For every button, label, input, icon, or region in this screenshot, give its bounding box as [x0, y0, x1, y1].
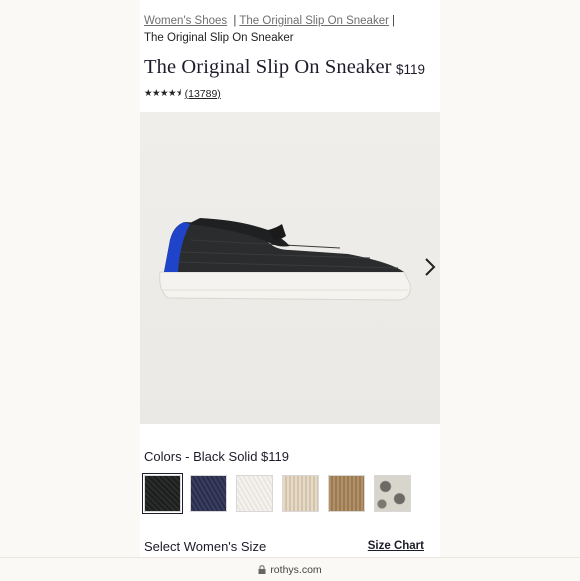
- url-text: rothys.com: [270, 563, 322, 576]
- swatch-navy[interactable]: [190, 475, 227, 512]
- breadcrumb-separator: |: [391, 15, 395, 27]
- left-margin: [0, 0, 140, 580]
- review-count-link[interactable]: (13789): [185, 88, 221, 100]
- swatch-white[interactable]: [236, 475, 273, 512]
- product-price: $119: [395, 62, 425, 77]
- browser-url-bar[interactable]: rothys.com: [0, 557, 580, 581]
- swatch-black-solid[interactable]: [142, 473, 183, 514]
- product-image[interactable]: [140, 112, 440, 424]
- product-page: Women's Shoes | The Original Slip On Snea…: [140, 0, 440, 580]
- product-title: The Original Slip On Sneaker: [144, 56, 392, 78]
- next-image-arrow-icon[interactable]: [422, 255, 438, 279]
- swatch-camel[interactable]: [328, 475, 365, 512]
- size-chart-link[interactable]: Size Chart: [368, 540, 424, 552]
- lock-icon: [258, 565, 266, 574]
- colors-label: Colors - Black Solid $119: [144, 449, 289, 464]
- shoe-image: [159, 218, 411, 301]
- breadcrumb-current: The Original Slip On Sneaker: [144, 32, 294, 44]
- star-rating-icon: ★★★★⯨: [144, 88, 181, 99]
- breadcrumb-link-womens-shoes[interactable]: Women's Shoes: [144, 15, 227, 27]
- size-label: Select Women's Size: [144, 539, 267, 554]
- breadcrumb-separator: |: [230, 15, 237, 27]
- breadcrumb: Women's Shoes | The Original Slip On Snea…: [144, 13, 434, 46]
- right-margin: [440, 0, 580, 580]
- breadcrumb-link-slip-on-sneaker[interactable]: The Original Slip On Sneaker: [239, 15, 389, 27]
- swatch-snake[interactable]: [374, 475, 411, 512]
- swatch-cream[interactable]: [282, 475, 319, 512]
- rating[interactable]: ★★★★⯨ (13789): [144, 86, 221, 102]
- color-swatches: [142, 473, 411, 514]
